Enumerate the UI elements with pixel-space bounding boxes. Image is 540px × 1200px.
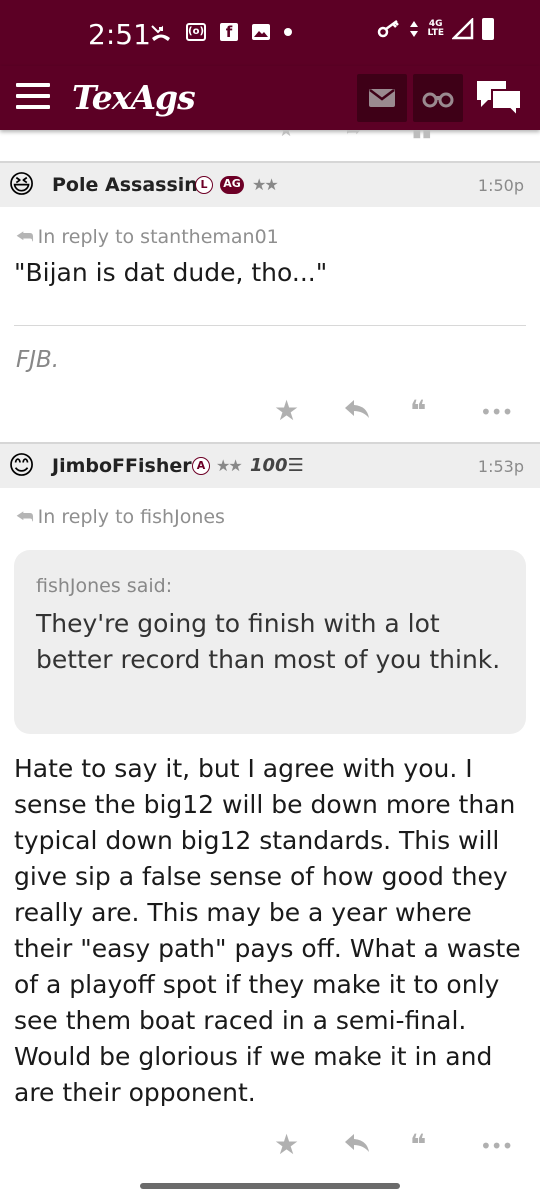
quote-icon: ▮▮ bbox=[412, 130, 432, 141]
reply-to-link[interactable]: ⮪ In reply to fishJones bbox=[16, 506, 225, 528]
hundred-value: 100 bbox=[250, 455, 288, 476]
network-type-indicator: 4G LTE bbox=[427, 20, 444, 38]
signal-icon bbox=[452, 18, 474, 40]
star-button[interactable]: ★ bbox=[274, 394, 299, 427]
data-arrows-icon bbox=[409, 19, 419, 39]
badge-l: L bbox=[195, 176, 213, 194]
reply-button[interactable] bbox=[344, 1128, 370, 1161]
status-time: 2:51 bbox=[88, 18, 151, 51]
battery-icon bbox=[482, 18, 494, 40]
app-header: TexAgs bbox=[0, 66, 540, 130]
hundred-badge: 100☰ bbox=[250, 455, 304, 476]
reply-icon: ➦ bbox=[346, 130, 362, 141]
watchlist-button[interactable] bbox=[413, 74, 463, 122]
post-header: 😆 Pole Assassin L AG ★★ 1:50p bbox=[0, 163, 540, 207]
user-stars: ★★ bbox=[216, 456, 243, 475]
system-icons: 4G LTE bbox=[377, 18, 494, 40]
post-time[interactable]: 1:50p bbox=[478, 176, 524, 195]
post-actions: ★ ❝ ••• bbox=[270, 1128, 520, 1162]
quote-button[interactable]: ❝ bbox=[410, 1128, 426, 1161]
radio-icon: (o) bbox=[186, 23, 206, 41]
notification-icons: (o) f bbox=[150, 22, 292, 42]
chat-button[interactable] bbox=[474, 78, 524, 119]
smiling-emoji-avatar[interactable]: 😊 bbox=[8, 451, 38, 481]
missed-call-icon bbox=[150, 22, 172, 42]
badge-a: A bbox=[192, 457, 210, 475]
post-body: "Bijan is dat dude, tho..." bbox=[14, 258, 328, 287]
user-stars: ★★ bbox=[252, 175, 279, 194]
network-sub: LTE bbox=[427, 28, 444, 38]
reply-button[interactable] bbox=[344, 394, 370, 427]
reply-to-text: In reply to fishJones bbox=[37, 506, 225, 528]
more-button[interactable]: ••• bbox=[480, 1134, 513, 1158]
previous-post-actions: ★ ➦ ▮▮ bbox=[0, 130, 540, 142]
binoculars-icon bbox=[422, 92, 454, 108]
quote-block: fishJones said: They're going to finish … bbox=[14, 550, 526, 734]
reply-arrow-icon: ⮪ bbox=[16, 226, 34, 248]
image-icon bbox=[252, 24, 270, 40]
gesture-nav-handle[interactable] bbox=[140, 1183, 400, 1189]
post-body: Hate to say it, but I agree with you. I … bbox=[14, 754, 521, 1107]
dot-icon bbox=[284, 28, 292, 36]
laughing-emoji-avatar[interactable]: 😆 bbox=[8, 170, 38, 200]
post-signature: FJB. bbox=[16, 347, 60, 373]
reply-icon bbox=[345, 400, 369, 418]
reply-icon bbox=[345, 1134, 369, 1152]
post-actions: ★ ❝ ••• bbox=[270, 394, 520, 428]
star-icon: ★ bbox=[278, 130, 295, 141]
quote-author: fishJones said: bbox=[36, 575, 173, 597]
reply-to-link[interactable]: ⮪ In reply to stantheman01 bbox=[16, 226, 279, 248]
reply-arrow-icon: ⮪ bbox=[16, 506, 34, 528]
hundred-lines-icon: ☰ bbox=[287, 455, 304, 476]
key-icon bbox=[377, 19, 401, 39]
facebook-icon: f bbox=[220, 23, 238, 41]
chat-icon bbox=[477, 81, 522, 119]
mail-icon bbox=[369, 89, 395, 107]
quote-button[interactable]: ❝ bbox=[410, 394, 426, 427]
signature-divider bbox=[14, 325, 526, 326]
site-logo[interactable]: TexAgs bbox=[72, 78, 196, 117]
status-bar: 2:51 (o) f 4G LTE bbox=[0, 0, 540, 66]
star-button[interactable]: ★ bbox=[274, 1128, 299, 1161]
reply-to-text: In reply to stantheman01 bbox=[37, 226, 279, 248]
menu-icon[interactable] bbox=[16, 83, 50, 111]
more-button[interactable]: ••• bbox=[480, 400, 513, 424]
badge-ag: AG bbox=[220, 176, 244, 194]
post-header: 😊 JimboFFisher A ★★ 100☰ 1:53p bbox=[0, 444, 540, 488]
post-username[interactable]: JimboFFisher bbox=[52, 455, 192, 477]
quote-text: They're going to finish with a lot bette… bbox=[36, 609, 501, 674]
post-username[interactable]: Pole Assassin bbox=[52, 174, 198, 196]
messages-button[interactable] bbox=[357, 74, 407, 122]
post-time[interactable]: 1:53p bbox=[478, 457, 524, 476]
